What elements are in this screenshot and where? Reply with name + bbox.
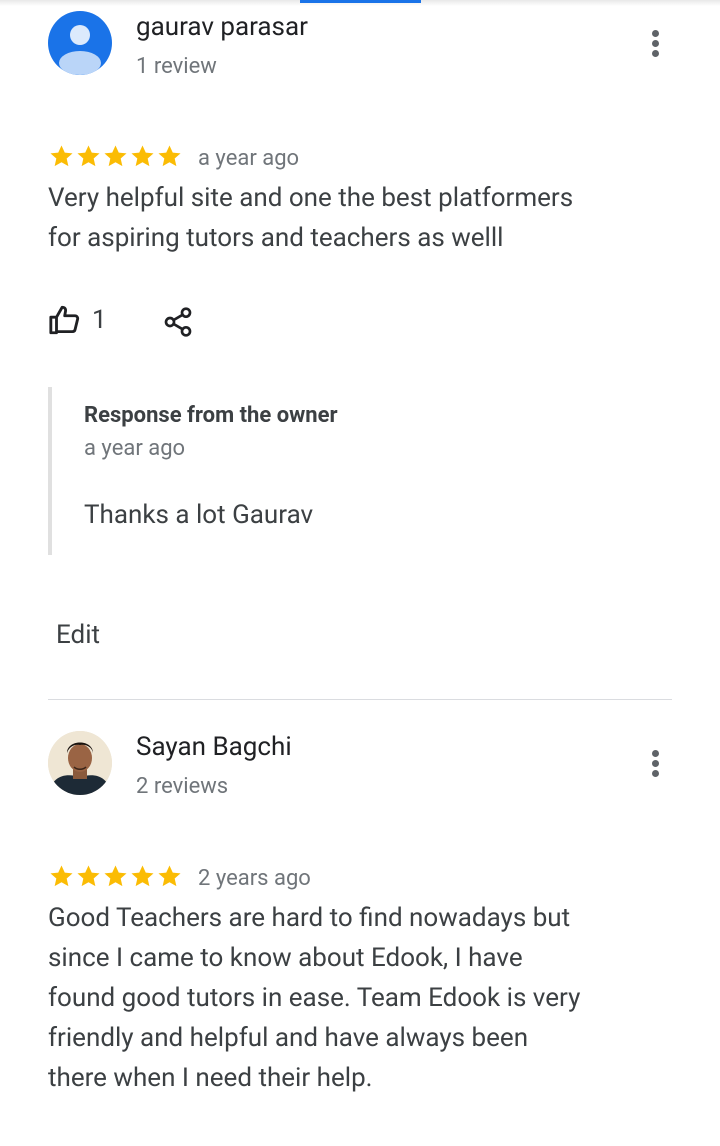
owner-response-title: Response from the owner [84,403,338,428]
star-icon [77,145,100,167]
review-text-line: Good Teachers are hard to find nowadays … [48,903,571,933]
review-card: Sayan Bagchi 2 reviews 2 years ago Good … [0,720,720,1146]
star-icon [77,865,100,887]
user-photo-icon [48,731,112,795]
review-text-line: since I came to know about Edook, I have [48,943,523,973]
review-text: Very helpful site and one the best platf… [48,178,648,258]
star-icon [104,145,127,167]
review-card: gaurav parasar 1 review a year ago Very … [0,0,720,700]
review-date: a year ago [198,146,300,171]
thumb-up-icon[interactable] [48,303,82,337]
review-text-line: found good tutors in ease. Team Edook is… [48,983,581,1013]
star-icon [104,865,127,887]
star-rating [48,863,188,893]
star-icon [158,865,181,887]
avatar[interactable] [48,731,112,795]
default-user-icon [59,25,101,75]
review-count[interactable]: 1 review [136,54,217,79]
owner-response: Response from the owner a year ago Thank… [48,387,612,555]
edit-response-button[interactable]: Edit [56,620,100,650]
star-icon [131,145,154,167]
star-icon [158,145,181,167]
avatar[interactable] [48,11,112,75]
review-text-line: for aspiring tutors and teachers as well… [48,223,504,253]
like-count: 1 [92,305,107,335]
owner-response-date: a year ago [84,436,186,461]
star-rating [48,143,188,173]
divider [48,699,672,700]
review-date: 2 years ago [198,866,311,891]
owner-response-text: Thanks a lot Gaurav [84,500,314,530]
reviewer-name[interactable]: gaurav parasar [136,12,308,42]
review-text: Good Teachers are hard to find nowadays … [48,898,648,1098]
review-text-line: there when I need their help. [48,1063,373,1093]
star-icon [131,865,154,887]
more-options-icon[interactable] [644,28,668,60]
star-icon [50,145,73,167]
share-icon[interactable] [162,305,194,339]
star-icon [50,865,73,887]
review-count[interactable]: 2 reviews [136,774,228,799]
review-text-line: Very helpful site and one the best platf… [48,183,574,213]
reviewer-name[interactable]: Sayan Bagchi [136,732,292,762]
review-text-line: friendly and helpful and have always bee… [48,1023,529,1053]
more-options-icon[interactable] [644,748,668,780]
